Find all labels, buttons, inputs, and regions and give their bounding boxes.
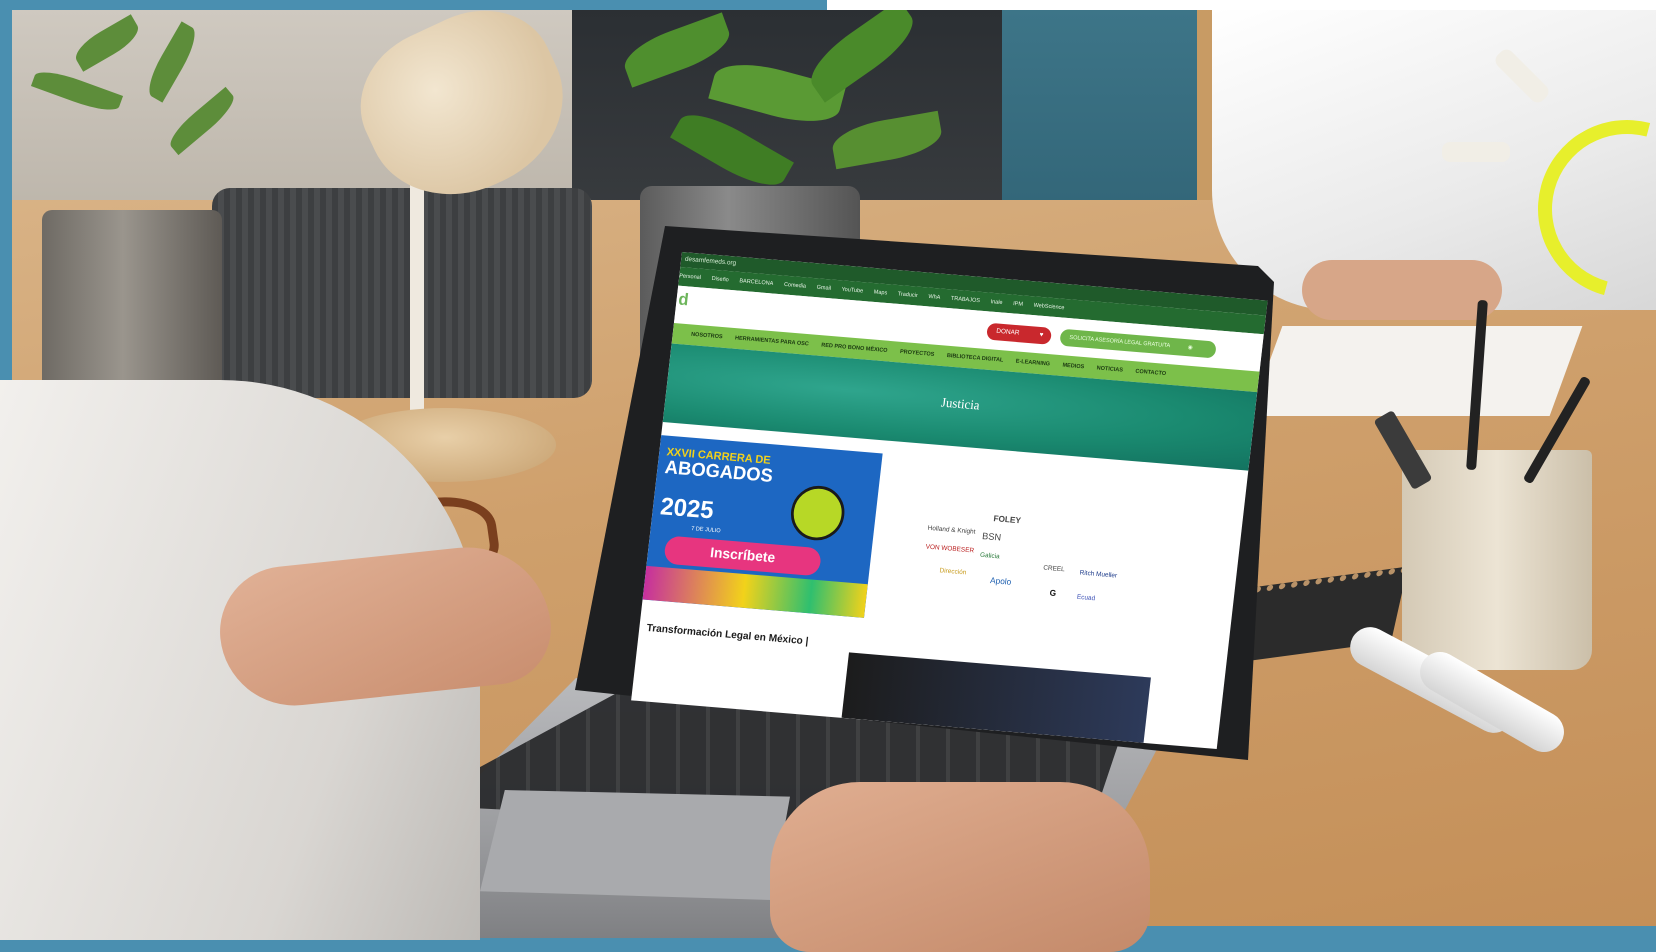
bookmark-item[interactable]: Traducir	[897, 292, 918, 299]
laptop-trackpad	[480, 790, 790, 900]
nav-item[interactable]: PROYECTOS	[900, 349, 935, 357]
sunburst-ray	[1442, 142, 1510, 162]
nav-item[interactable]: NOTICIAS	[1096, 366, 1123, 374]
sponsor-logo: Holland & Knight	[927, 525, 976, 536]
sponsor-logo: Dirección	[939, 567, 967, 577]
race-promo-banner[interactable]: XXVII CARRERA DE ABOGADOS 2025 7 DE JULI…	[642, 435, 883, 618]
sponsor-logo: Apolo	[989, 575, 1012, 587]
bookmark-item[interactable]: Personal	[679, 273, 701, 280]
banner-color-band	[642, 565, 868, 618]
pen-cup	[1402, 450, 1592, 670]
address-text: desamfemeds.org	[684, 256, 737, 267]
desk-lamp-pole	[410, 160, 424, 420]
frame-white-strip	[827, 0, 1656, 10]
sponsor-logo: BSN	[981, 531, 1002, 544]
nav-item[interactable]: RED PRO BONO MÉXICO	[821, 343, 888, 354]
bird-mascot-icon	[788, 483, 848, 543]
heart-icon: ♥	[1039, 331, 1044, 339]
bookmark-item[interactable]: Gmail	[816, 285, 831, 292]
bookmark-item[interactable]: IPM	[1013, 301, 1023, 307]
article-title[interactable]: Transformación Legal en México |	[646, 622, 809, 647]
desk-organizer	[212, 188, 592, 398]
banner-date: 7 DE JULIO	[690, 526, 721, 535]
paper-sheet	[1249, 326, 1583, 416]
bookmark-item[interactable]: Diseño	[711, 276, 729, 283]
nav-item[interactable]: E-LEARNING	[1015, 359, 1050, 367]
sponsor-logo: VON WOBESER	[925, 543, 975, 555]
person-right-hand	[1302, 260, 1502, 320]
laptop-screen: desamfemeds.org Personal Diseño BARCELON…	[631, 252, 1268, 749]
right-hand	[770, 782, 1150, 952]
bookmark-item[interactable]: YouTube	[841, 287, 863, 294]
sponsor-logo: CREEL	[1042, 564, 1066, 574]
bookmark-item[interactable]: Comedia	[784, 282, 807, 289]
bookmark-item[interactable]: WebScience	[1033, 303, 1064, 311]
bookmark-item[interactable]: TRABAJOS	[951, 296, 981, 304]
nav-item[interactable]: NOSOTROS	[691, 332, 723, 340]
bookmark-item[interactable]: Maps	[873, 290, 887, 297]
nav-item[interactable]: CONTACTO	[1135, 369, 1166, 377]
bookmark-item[interactable]: BARCELONA	[739, 278, 774, 286]
donate-label: DONAR	[995, 328, 1020, 337]
sponsor-logo: Ecuad	[1076, 594, 1096, 603]
legal-advice-label: SOLICITA ASESORÍA LEGAL GRATUITA	[1069, 335, 1171, 350]
sponsor-logos: FOLEY Holland & Knight BSN VON WOBESER G…	[890, 506, 1131, 637]
banner-year: 2025	[659, 491, 716, 525]
sponsor-logo: Galicia	[979, 552, 1001, 561]
banner-title: XXVII CARRERA DE ABOGADOS	[664, 445, 775, 487]
bookmark-item[interactable]: WhA	[928, 294, 941, 301]
nav-item[interactable]: HERRAMIENTAS PARA OSC	[735, 336, 809, 348]
sponsor-logo: G	[1049, 588, 1057, 598]
bookmark-item[interactable]: Inale	[990, 299, 1003, 306]
sponsor-logo: FOLEY	[992, 513, 1022, 526]
eye-icon: ◉	[1187, 344, 1194, 351]
sponsor-logo: Ritch Mueller	[1079, 569, 1118, 580]
nav-item[interactable]: MEDIOS	[1062, 363, 1084, 370]
nav-item[interactable]: BIBLIOTECA DIGITAL	[947, 353, 1004, 363]
